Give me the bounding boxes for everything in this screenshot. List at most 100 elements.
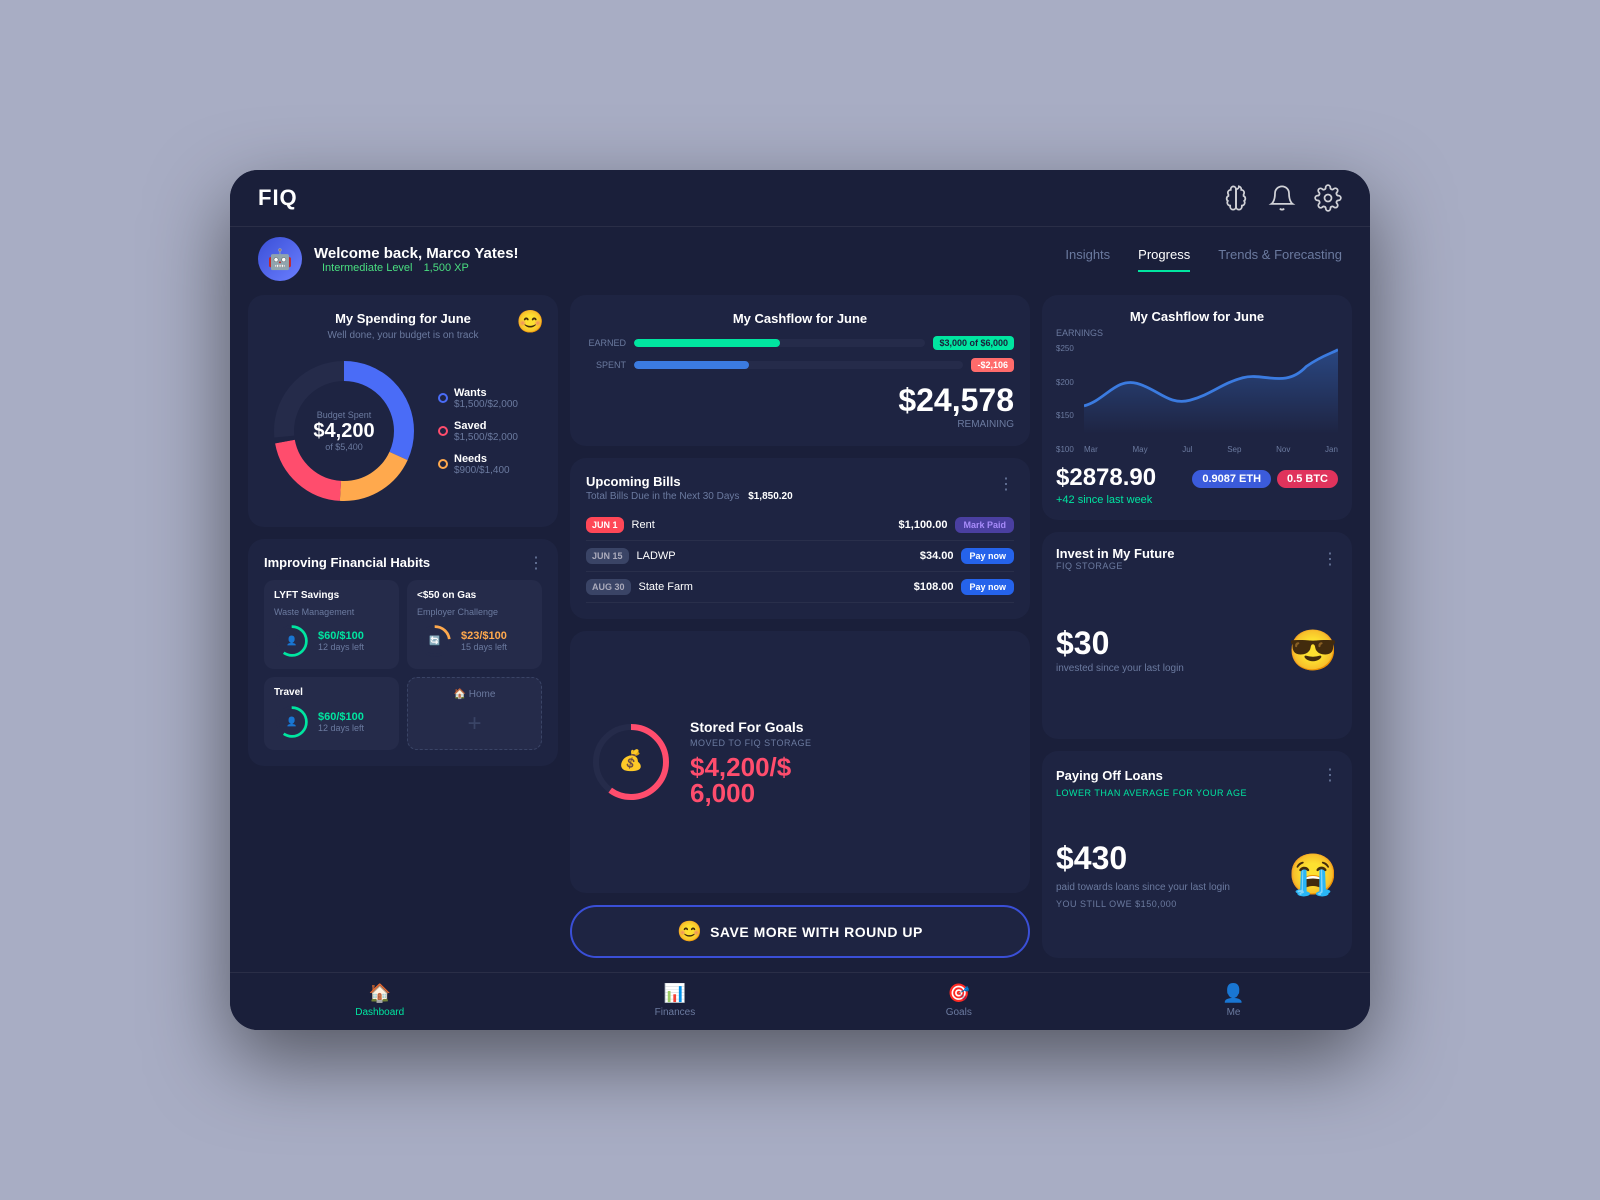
cashflow-right-card: My Cashflow for June EARNINGS $250 $200 …: [1042, 295, 1352, 520]
cashflow-center-title: My Cashflow for June: [586, 311, 1014, 326]
cashflow-right-title: My Cashflow for June: [1056, 309, 1338, 324]
goals-right: Stored For Goals MOVED TO FIQ STORAGE $4…: [690, 719, 1014, 806]
header: FIQ: [230, 170, 1370, 227]
bills-header: Upcoming Bills Total Bills Due in the Ne…: [586, 474, 1014, 502]
right-column: My Cashflow for June EARNINGS $250 $200 …: [1042, 295, 1352, 958]
tab-trends-forecasting[interactable]: Trends & Forecasting: [1218, 247, 1342, 272]
habits-menu[interactable]: ⋮: [528, 553, 544, 573]
goals-label: Goals: [946, 1007, 972, 1018]
app-logo: FIQ: [258, 185, 298, 211]
finances-label: Finances: [655, 1007, 696, 1018]
habit-gas: <$50 on Gas Employer Challenge 🔄 $23/$10…: [407, 580, 542, 669]
bell-icon[interactable]: [1268, 184, 1296, 212]
spending-title: My Spending for June: [264, 311, 542, 326]
invest-desc: invested since your last login: [1056, 662, 1184, 676]
loans-card: Paying Off Loans ⋮ LOWER THAN AVERAGE FO…: [1042, 751, 1352, 958]
spent-label: SPENT: [586, 360, 626, 370]
round-up-button[interactable]: 😊 SAVE MORE WITH ROUND UP: [570, 905, 1030, 958]
loans-title: Paying Off Loans: [1056, 768, 1163, 783]
nav-tabs: Insights Progress Trends & Forecasting: [1065, 247, 1342, 272]
bill-btn-0[interactable]: Mark Paid: [955, 517, 1014, 533]
cashflow-bars: EARNED $3,000 of $6,000 SPENT -$2,106: [586, 336, 1014, 372]
bills-subtitle: Total Bills Due in the Next 30 Days: [586, 491, 739, 502]
bill-amount-1: $34.00: [920, 550, 954, 562]
donut-center: Budget Spent $4,200 of $5,400: [313, 410, 374, 452]
bill-name-2: State Farm: [639, 581, 906, 593]
avatar: 🤖: [258, 237, 302, 281]
bills-menu[interactable]: ⋮: [998, 474, 1014, 494]
y-axis: $250 $200 $150 $100: [1056, 344, 1074, 454]
earned-bar: [634, 339, 925, 347]
svg-text:💰: 💰: [619, 748, 644, 772]
btc-badge: 0.5 BTC: [1277, 470, 1338, 488]
loans-desc: paid towards loans since your last login: [1056, 881, 1288, 895]
bills-total: $1,850.20: [748, 491, 793, 502]
left-column: My Spending for June Well done, your bud…: [248, 295, 558, 958]
invest-menu[interactable]: ⋮: [1322, 549, 1338, 569]
bills-title-area: Upcoming Bills Total Bills Due in the Ne…: [586, 474, 793, 502]
invest-amount: $30: [1056, 625, 1184, 662]
spent-row: SPENT -$2,106: [586, 358, 1014, 372]
remaining-label: REMAINING: [898, 419, 1014, 430]
invest-header: Invest in My Future FIQ STORAGE ⋮: [1056, 546, 1338, 571]
invest-future-card: Invest in My Future FIQ STORAGE ⋮ $30 in…: [1042, 532, 1352, 739]
dashboard-icon: 🏠: [368, 983, 390, 1004]
earned-bar-fill: [634, 339, 780, 347]
brain-icon[interactable]: [1222, 184, 1250, 212]
add-icon: +: [467, 710, 481, 738]
nav-me[interactable]: 👤 Me: [1222, 983, 1244, 1018]
loans-header: Paying Off Loans ⋮: [1056, 765, 1338, 785]
nav-dashboard[interactable]: 🏠 Dashboard: [355, 983, 404, 1018]
loans-body: $430 paid towards loans since your last …: [1056, 804, 1338, 944]
cf-big-amount: $2878.90: [1056, 464, 1156, 492]
nav-finances[interactable]: 📊 Finances: [655, 983, 696, 1018]
cashflow-bottom: $24,578 REMAINING: [586, 382, 1014, 430]
user-bar: 🤖 Welcome back, Marco Yates! Intermediat…: [230, 227, 1370, 281]
wants-dot: [438, 393, 448, 403]
invest-body: $30 invested since your last login 😎: [1056, 575, 1338, 725]
habits-title: Improving Financial Habits: [264, 555, 542, 570]
goals-amount: $4,200/$6,000: [690, 754, 1014, 806]
earned-tag: $3,000 of $6,000: [933, 336, 1014, 350]
invest-emoji: 😎: [1288, 627, 1338, 674]
remaining-amount: $24,578: [898, 382, 1014, 419]
tab-insights[interactable]: Insights: [1065, 247, 1110, 272]
cf-change: +42 since last week: [1056, 494, 1156, 506]
earned-label: EARNED: [586, 338, 626, 348]
user-name: Welcome back, Marco Yates!: [314, 245, 519, 262]
bill-btn-1[interactable]: Pay now: [961, 548, 1014, 564]
nav-goals[interactable]: 🎯 Goals: [946, 983, 972, 1018]
habit-travel-progress: 👤 $60/$100 12 days left: [274, 704, 389, 740]
svg-text:🔄: 🔄: [429, 635, 440, 646]
settings-icon[interactable]: [1314, 184, 1342, 212]
chart-svg-area: [1084, 344, 1338, 434]
bill-name-0: Rent: [632, 519, 891, 531]
habit-lyft: LYFT Savings Waste Management 👤 $60/$100…: [264, 580, 399, 669]
bill-row-rent: JUN 1 Rent $1,100.00 Mark Paid: [586, 510, 1014, 541]
round-up-smiley: 😊: [677, 919, 702, 944]
goals-title: Stored For Goals: [690, 719, 1014, 735]
spending-legend: Wants $1,500/$2,000 Saved $1,500/$2,000: [438, 387, 542, 476]
eth-badge: 0.9087 ETH: [1192, 470, 1271, 488]
user-info: 🤖 Welcome back, Marco Yates! Intermediat…: [258, 237, 519, 281]
loans-owe: YOU STILL OWE $150,000: [1056, 899, 1288, 909]
tab-progress[interactable]: Progress: [1138, 247, 1190, 272]
invest-subtitle: FIQ STORAGE: [1056, 561, 1174, 571]
goals-donut: 💰: [586, 717, 676, 807]
svg-text:👤: 👤: [286, 635, 297, 646]
needs-dot: [438, 459, 448, 469]
smiley-badge: 😊: [517, 309, 544, 335]
spending-card: My Spending for June Well done, your bud…: [248, 295, 558, 527]
goals-icon: 🎯: [948, 983, 970, 1004]
main-content: My Spending for June Well done, your bud…: [230, 281, 1370, 972]
loans-emoji: 😭: [1288, 851, 1338, 898]
me-icon: 👤: [1222, 983, 1244, 1004]
center-column: My Cashflow for June EARNED $3,000 of $6…: [570, 295, 1030, 958]
bill-amount-0: $1,100.00: [899, 519, 948, 531]
habit-add-new[interactable]: 🏠 Home +: [407, 677, 542, 750]
bill-btn-2[interactable]: Pay now: [961, 579, 1014, 595]
saved-dot: [438, 426, 448, 436]
svg-text:👤: 👤: [286, 716, 297, 727]
user-level: Intermediate Level 1,500 XP: [314, 262, 519, 274]
loans-menu[interactable]: ⋮: [1322, 765, 1338, 785]
